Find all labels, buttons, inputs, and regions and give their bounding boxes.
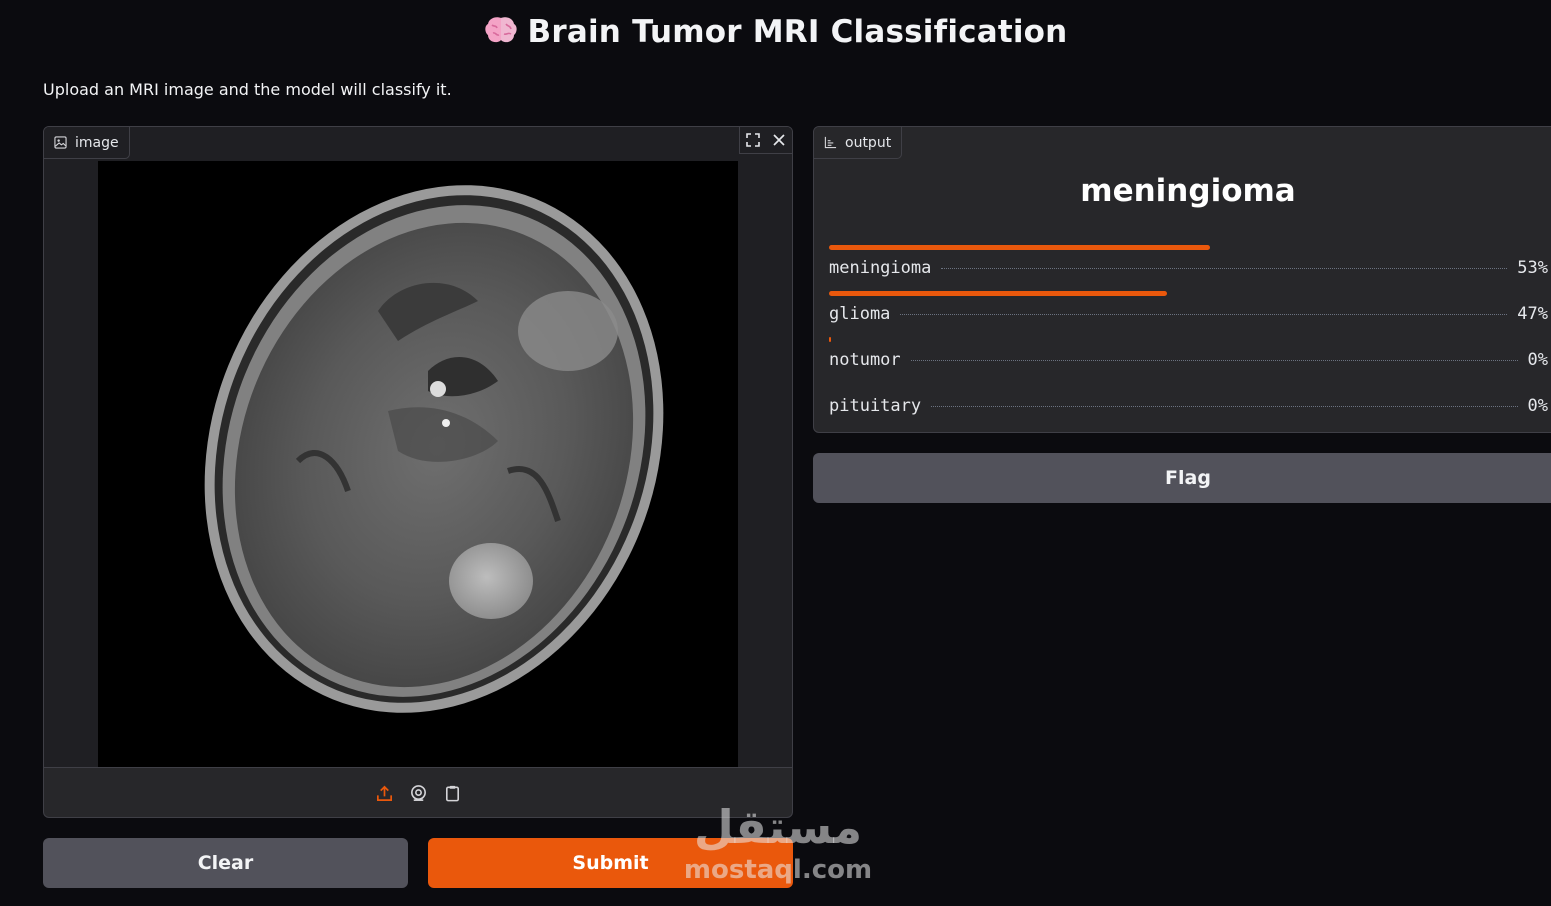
- mri-scan-graphic: [98, 161, 738, 767]
- confidence-percent: 0%: [1527, 350, 1548, 370]
- confidence-item: pituitary 0%: [829, 383, 1548, 423]
- image-input-panel[interactable]: image: [43, 126, 793, 818]
- fullscreen-icon: [746, 133, 760, 147]
- confidence-label: notumor: [829, 350, 901, 370]
- clear-image-button[interactable]: [766, 127, 792, 153]
- page-title-text: Brain Tumor MRI Classification: [527, 14, 1068, 50]
- bar-chart-icon: [824, 136, 837, 149]
- brain-icon: [484, 17, 517, 43]
- description: Upload an MRI image and the model will c…: [43, 80, 452, 99]
- confidence-percent: 0%: [1527, 396, 1548, 416]
- confidence-bar: [829, 245, 1210, 250]
- flag-button[interactable]: Flag: [813, 453, 1551, 503]
- confidence-label: glioma: [829, 304, 891, 324]
- confidence-percent: 53%: [1517, 258, 1548, 278]
- submit-button[interactable]: Submit: [428, 838, 793, 888]
- webcam-source-button[interactable]: [407, 782, 429, 804]
- page-title: Brain Tumor MRI Classification: [0, 14, 1551, 50]
- output-panel: output meningioma meningioma 53% glioma …: [813, 126, 1551, 433]
- output-label: output: [845, 134, 892, 151]
- image-icon: [54, 136, 67, 149]
- image-actions: [739, 127, 792, 154]
- mri-image: [98, 161, 738, 767]
- clipboard-source-button[interactable]: [441, 782, 463, 804]
- fullscreen-button[interactable]: [740, 127, 766, 153]
- webcam-icon: [410, 784, 426, 801]
- upload-source-button[interactable]: [373, 782, 395, 804]
- image-preview-area[interactable]: [44, 127, 792, 767]
- confidence-item: meningioma 53%: [829, 245, 1548, 285]
- confidence-item: glioma 47%: [829, 291, 1548, 331]
- confidence-bar: [829, 337, 831, 342]
- confidence-percent: 47%: [1517, 304, 1548, 324]
- clear-button[interactable]: Clear: [43, 838, 408, 888]
- predicted-label: meningioma: [1080, 173, 1296, 209]
- confidence-bar: [829, 291, 1167, 296]
- output-label-tag: output: [814, 127, 903, 159]
- confidence-label: meningioma: [829, 258, 932, 278]
- upload-icon: [376, 785, 392, 801]
- image-label-tag: image: [44, 127, 130, 159]
- clipboard-icon: [445, 785, 459, 801]
- image-label: image: [75, 134, 119, 151]
- confidence-item: notumor 0%: [829, 337, 1548, 377]
- image-source-bar: [44, 767, 792, 817]
- confidence-label: pituitary: [829, 396, 922, 416]
- close-icon: [773, 134, 785, 146]
